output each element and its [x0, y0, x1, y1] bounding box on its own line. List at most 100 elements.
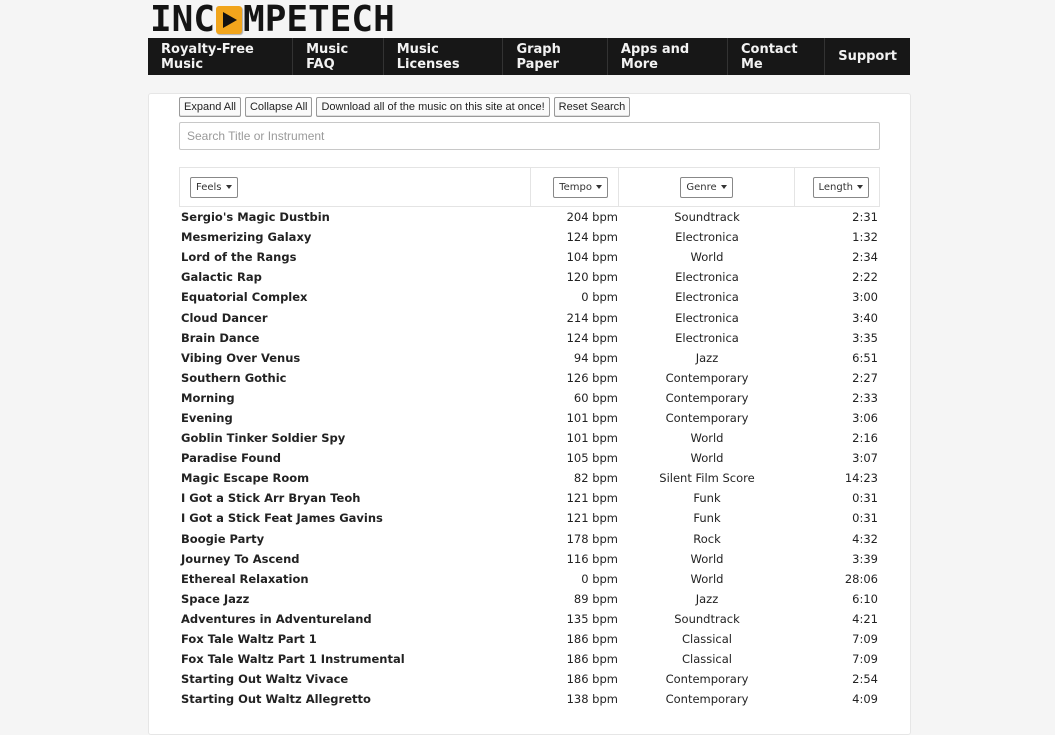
track-length: 0:31: [852, 491, 878, 506]
track-length: 3:39: [852, 551, 878, 566]
nav-graph-paper[interactable]: Graph Paper: [503, 38, 608, 75]
track-title[interactable]: Evening: [179, 411, 532, 425]
length-dropdown[interactable]: Length: [812, 176, 869, 198]
search-input[interactable]: [179, 122, 880, 150]
nav-support[interactable]: Support: [825, 38, 910, 75]
track-tempo: 104 bpm: [566, 250, 618, 265]
nav-royalty-free-music[interactable]: Royalty-Free Music: [148, 38, 294, 75]
caret-down-icon: [225, 185, 232, 189]
track-row[interactable]: Southern Gothic 126 bpm Contemporary 2:27: [179, 368, 880, 388]
track-tempo: 126 bpm: [566, 370, 618, 385]
track-row[interactable]: Magic Escape Room 82 bpm Silent Film Score…: [179, 468, 880, 488]
track-title[interactable]: Mesmerizing Galaxy: [179, 230, 532, 244]
track-tempo: 105 bpm: [566, 451, 618, 466]
track-title[interactable]: Journey To Ascend: [179, 552, 532, 566]
track-genre: World: [690, 551, 724, 566]
track-length: 2:54: [852, 672, 878, 687]
nav-music-licenses[interactable]: Music Licenses: [384, 38, 504, 75]
track-length: 0:31: [852, 511, 878, 526]
header-genre: Genre: [619, 168, 795, 206]
track-tempo: 121 bpm: [566, 511, 618, 526]
download-all-button[interactable]: Download all of the music on this site a…: [316, 97, 550, 117]
track-genre: Classical: [681, 652, 732, 667]
track-row[interactable]: Mesmerizing Galaxy 124 bpm Electronica 1:32: [179, 227, 880, 247]
track-title[interactable]: Paradise Found: [179, 451, 532, 465]
toolbar: Expand All Collapse All Download all of …: [179, 97, 631, 117]
track-length: 3:07: [852, 451, 878, 466]
site-logo[interactable]: INC MPETECH: [150, 2, 395, 38]
length-dropdown-label: Length: [818, 181, 854, 193]
nav-music-faq[interactable]: Music FAQ: [293, 38, 384, 75]
track-tempo: 124 bpm: [566, 330, 618, 345]
nav-contact-me[interactable]: Contact Me: [728, 38, 826, 75]
track-row[interactable]: Boogie Party 178 bpm Rock 4:32: [179, 529, 880, 549]
track-title[interactable]: Morning: [179, 391, 532, 405]
track-genre: Electronica: [675, 290, 739, 305]
tempo-dropdown-label: Tempo: [559, 181, 592, 193]
track-length: 6:51: [852, 350, 878, 365]
track-row[interactable]: Brain Dance 124 bpm Electronica 3:35: [179, 328, 880, 348]
track-row[interactable]: I Got a Stick Feat James Gavins 121 bpm Fu…: [179, 508, 880, 528]
track-title[interactable]: Space Jazz: [179, 592, 532, 606]
collapse-all-button[interactable]: Collapse All: [244, 97, 313, 117]
track-title[interactable]: Boogie Party: [179, 532, 532, 546]
tempo-dropdown[interactable]: Tempo: [553, 176, 608, 198]
track-row[interactable]: I Got a Stick Arr Bryan Teoh 121 bpm Funk 0…: [179, 488, 880, 508]
track-row[interactable]: Adventures in Adventureland 135 bpm Soundt…: [179, 609, 880, 629]
track-row[interactable]: Fox Tale Waltz Part 1 Instrumental 186 bp…: [179, 649, 880, 669]
track-title[interactable]: Brain Dance: [179, 331, 532, 345]
track-tempo: 0 bpm: [581, 290, 618, 305]
track-title[interactable]: I Got a Stick Feat James Gavins: [179, 511, 532, 525]
track-length: 28:06: [844, 571, 878, 586]
track-row[interactable]: Ethereal Relaxation 0 bpm World 28:06: [179, 569, 880, 589]
track-row[interactable]: Evening 101 bpm Contemporary 3:06: [179, 408, 880, 428]
genre-dropdown[interactable]: Genre: [680, 176, 733, 198]
nav-apps-and-more[interactable]: Apps and More: [608, 38, 728, 75]
track-title[interactable]: Ethereal Relaxation: [179, 572, 532, 586]
track-length: 4:09: [852, 692, 878, 707]
track-tempo: 135 bpm: [566, 611, 618, 626]
track-title[interactable]: Southern Gothic: [179, 371, 532, 385]
track-title[interactable]: Equatorial Complex: [179, 290, 532, 304]
track-title[interactable]: Starting Out Waltz Allegretto: [179, 692, 532, 706]
track-row[interactable]: Starting Out Waltz Allegretto 138 bpm Cont…: [179, 689, 880, 709]
track-length: 3:06: [852, 410, 878, 425]
track-title[interactable]: Fox Tale Waltz Part 1 Instrumental: [179, 652, 532, 666]
track-row[interactable]: Space Jazz 89 bpm Jazz 6:10: [179, 589, 880, 609]
track-row[interactable]: Equatorial Complex 0 bpm Electronica 3:00: [179, 287, 880, 307]
track-row[interactable]: Sergio's Magic Dustbin 204 bpm Soundtrack 2…: [179, 207, 880, 227]
track-row[interactable]: Goblin Tinker Soldier Spy 101 bpm World 2:1…: [179, 428, 880, 448]
reset-search-button[interactable]: Reset Search: [553, 97, 631, 117]
track-title[interactable]: Fox Tale Waltz Part 1: [179, 632, 532, 646]
track-tempo: 101 bpm: [566, 431, 618, 446]
track-row[interactable]: Lord of the Rangs 104 bpm World 2:34: [179, 247, 880, 267]
track-title[interactable]: Lord of the Rangs: [179, 250, 532, 264]
track-row[interactable]: Fox Tale Waltz Part 1 186 bpm Classical 7:0…: [179, 629, 880, 649]
track-length: 4:21: [852, 611, 878, 626]
track-row[interactable]: Starting Out Waltz Vivace 186 bpm Contempo…: [179, 669, 880, 689]
track-title[interactable]: Starting Out Waltz Vivace: [179, 672, 532, 686]
track-title[interactable]: Vibing Over Venus: [179, 351, 532, 365]
track-length: 7:09: [852, 652, 878, 667]
track-title[interactable]: Goblin Tinker Soldier Spy: [179, 431, 532, 445]
expand-all-button[interactable]: Expand All: [179, 97, 241, 117]
feels-dropdown[interactable]: Feels: [190, 176, 238, 198]
track-row[interactable]: Cloud Dancer 214 bpm Electronica 3:40: [179, 307, 880, 327]
music-browser-panel: Expand All Collapse All Download all of …: [148, 93, 911, 735]
track-row[interactable]: Galactic Rap 120 bpm Electronica 2:22: [179, 267, 880, 287]
track-title[interactable]: Cloud Dancer: [179, 311, 532, 325]
track-row[interactable]: Journey To Ascend 116 bpm World 3:39: [179, 549, 880, 569]
track-genre: Silent Film Score: [659, 471, 755, 486]
track-title[interactable]: Galactic Rap: [179, 270, 532, 284]
track-title[interactable]: I Got a Stick Arr Bryan Teoh: [179, 491, 532, 505]
track-title[interactable]: Magic Escape Room: [179, 471, 532, 485]
track-row[interactable]: Vibing Over Venus 94 bpm Jazz 6:51: [179, 348, 880, 368]
track-genre: Funk: [693, 491, 721, 506]
track-genre: Classical: [681, 632, 732, 647]
track-row[interactable]: Morning 60 bpm Contemporary 2:33: [179, 388, 880, 408]
table-header: Feels Tempo Genre Length: [179, 167, 880, 207]
track-row[interactable]: Paradise Found 105 bpm World 3:07: [179, 448, 880, 468]
track-title[interactable]: Adventures in Adventureland: [179, 612, 532, 626]
track-length: 2:22: [852, 270, 878, 285]
track-title[interactable]: Sergio's Magic Dustbin: [179, 210, 532, 224]
